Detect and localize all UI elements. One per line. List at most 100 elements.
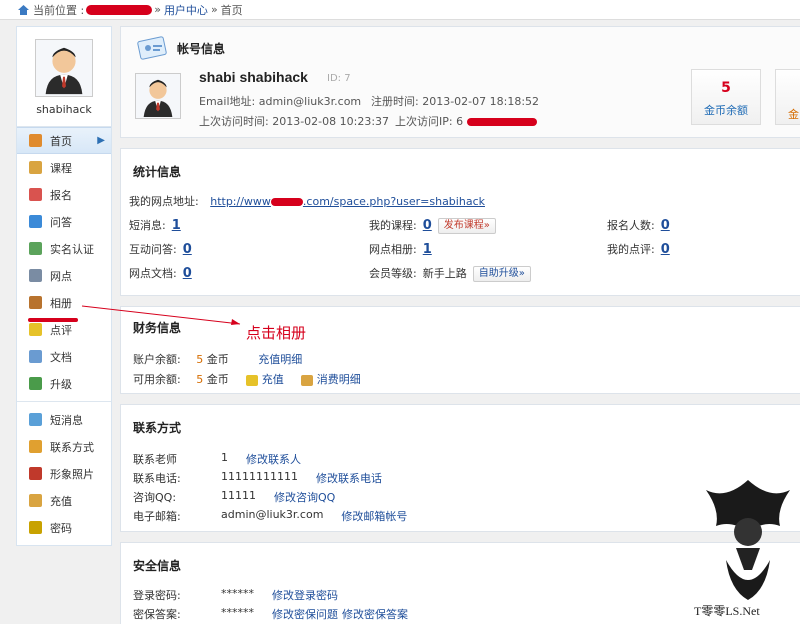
stat-value-link[interactable]: 0: [183, 242, 192, 257]
site-url-link[interactable]: http://www .com/space.php?user=shabihack: [210, 195, 485, 208]
stat-album: 网点相册: 1: [369, 241, 432, 257]
sidebar-item-label: 密码: [50, 521, 72, 535]
contact-label: 联系电话:: [133, 472, 181, 485]
recharge-link[interactable]: 充值: [262, 373, 284, 386]
redaction-mark: [270, 198, 303, 206]
coin-balance-card[interactable]: 5 金币余额: [691, 69, 761, 125]
stat-label: 我的课程:: [369, 219, 417, 232]
sidebar-item[interactable]: 密码: [17, 514, 111, 541]
balance-amount: 5: [196, 353, 204, 366]
sidebar-item-label: 网点: [50, 269, 72, 283]
lock-icon: [29, 521, 42, 534]
contact-row: 联系电话: 11111111111 修改联系电话: [133, 470, 382, 486]
sidebar-item[interactable]: 课程: [17, 154, 111, 181]
finance-panel: 财务信息 账户余额: 5 金币 充值明细 可用余额: 5 金币 充值 消费明细: [120, 306, 800, 394]
signup-icon: [29, 188, 42, 201]
available-amount: 5: [196, 373, 204, 386]
sidebar-item-label: 首页: [50, 134, 72, 148]
last-visit-ip-text: 上次访问IP: 6: [395, 115, 464, 128]
site-url-label: 我的网点地址:: [129, 195, 199, 208]
security-row: 登录密码: ****** 修改登录密码: [133, 587, 338, 603]
contact-edit-link[interactable]: 修改联系人: [246, 451, 301, 467]
account-register-time: 注册时间: 2013-02-07 18:18:52: [371, 95, 540, 108]
account-title: 帐号信息: [177, 41, 226, 56]
sidebar-item-label: 充值: [50, 494, 72, 508]
stat-value-link[interactable]: 0: [183, 266, 192, 281]
contact-value: admin@liuk3r.com: [221, 508, 324, 521]
coin-second-label: 金: [788, 108, 799, 121]
contact-edit-link[interactable]: 修改邮箱帐号: [341, 508, 407, 524]
stat-value-link[interactable]: 1: [423, 242, 432, 257]
security-edit-link[interactable]: 修改密保答案: [342, 606, 408, 622]
available-row: 可用余额: 5 金币 充值 消费明细: [133, 371, 361, 387]
contact-label: 联系老师: [133, 453, 177, 466]
security-title: 安全信息: [133, 559, 182, 573]
security-value: ******: [221, 606, 254, 619]
account-email: Email地址: admin@liuk3r.com: [199, 95, 362, 108]
sidebar-item[interactable]: 实名认证: [17, 235, 111, 262]
contact-edit-link[interactable]: 修改联系电话: [316, 470, 382, 486]
breadcrumb-user-center[interactable]: 用户中心: [164, 2, 208, 18]
sidebar-item[interactable]: 报名: [17, 181, 111, 208]
security-label: 密保答案:: [133, 608, 181, 621]
sidebar-item-label: 升级: [50, 377, 72, 391]
contact-edit-link[interactable]: 修改咨询QQ: [274, 489, 335, 505]
security-edit-link[interactable]: 修改登录密码: [272, 587, 338, 603]
sidebar-item[interactable]: 充值: [17, 487, 111, 514]
stat-qa: 互动问答: 0: [129, 241, 192, 257]
account-panel: 帐号信息 shabi shabihack ID: 7 Email地址: admi…: [120, 26, 800, 138]
stat-value-link[interactable]: 0: [661, 242, 670, 257]
sidebar-nav: 首页 ▶ 课程报名问答实名认证网点相册点评文档升级短消息 联系方式 形象照片充值密码: [17, 127, 111, 541]
stat-label: 短消息:: [129, 219, 166, 232]
home-icon: [29, 134, 42, 147]
stat-label: 会员等级:: [369, 267, 417, 280]
sidebar-item[interactable]: 首页 ▶: [17, 127, 111, 154]
balance-unit: 金币: [206, 353, 229, 366]
stat-label: 网点文档:: [129, 267, 177, 280]
stat-value-link[interactable]: 1: [172, 218, 181, 233]
stat-short-msg: 短消息: 1: [129, 217, 181, 233]
stats-panel: 统计信息 我的网点地址: http://www .com/space.php?us…: [120, 148, 800, 296]
coin-second-card[interactable]: 金: [775, 69, 800, 125]
sidebar-item[interactable]: 问答: [17, 208, 111, 235]
consume-detail-link[interactable]: 消费明细: [317, 373, 361, 386]
sidebar-item[interactable]: 文档: [17, 343, 111, 370]
sidebar-item-label: 文档: [50, 350, 72, 364]
stat-label: 报名人数:: [607, 219, 655, 232]
upgrade-icon: [29, 377, 42, 390]
stat-signups: 报名人数: 0: [607, 217, 670, 233]
redaction-mark: [86, 4, 153, 15]
contact-label: 咨询QQ:: [133, 491, 177, 504]
verify-icon: [29, 242, 42, 255]
finance-title: 财务信息: [133, 321, 182, 335]
security-edit-link[interactable]: 修改密保问题: [272, 606, 338, 622]
account-username: shabi shabihack: [199, 69, 308, 85]
stat-value-link[interactable]: 0: [423, 218, 432, 233]
sidebar-item-label: 课程: [50, 161, 72, 175]
sidebar-item[interactable]: 联系方式: [17, 433, 111, 460]
stat-label: 我的点评:: [607, 243, 655, 256]
recharge-detail-link[interactable]: 充值明细: [258, 353, 302, 366]
sidebar-item-label: 点评: [50, 323, 72, 337]
contact-row: 联系老师 1 修改联系人: [133, 451, 301, 467]
stats-title: 统计信息: [133, 165, 182, 179]
contact-label: 电子邮箱:: [133, 510, 181, 523]
publish-course-button[interactable]: 发布课程»: [437, 218, 496, 234]
sidebar-item[interactable]: 相册: [17, 289, 111, 316]
sidebar-item-label: 问答: [50, 215, 72, 229]
highlight-underline: [28, 318, 78, 322]
stat-value-link[interactable]: 0: [661, 218, 670, 233]
contact-value: 11111111111: [221, 470, 298, 483]
auto-upgrade-button[interactable]: 自助升级»: [472, 266, 531, 282]
sidebar-item[interactable]: 短消息: [17, 406, 111, 433]
sidebar-item-label: 实名认证: [50, 242, 94, 256]
contact-title: 联系方式: [133, 421, 182, 435]
sidebar-item[interactable]: 网点: [17, 262, 111, 289]
available-unit: 金币: [206, 373, 229, 386]
sidebar-item[interactable]: 形象照片: [17, 460, 111, 487]
annotation-text: 点击相册: [246, 324, 307, 342]
avatar[interactable]: [35, 39, 93, 97]
sidebar-item[interactable]: 升级: [17, 370, 111, 397]
comment-icon: [29, 323, 42, 336]
security-row: 密保答案: ****** 修改密保问题 修改密保答案: [133, 606, 408, 622]
